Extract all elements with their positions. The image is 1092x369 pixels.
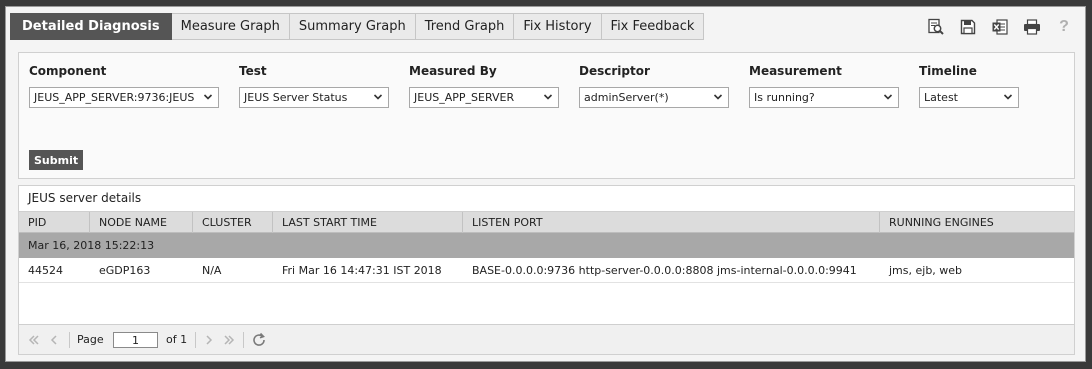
tab-trend-graph[interactable]: Trend Graph	[415, 13, 515, 40]
print-button[interactable]	[1019, 16, 1045, 38]
column-header-node-name[interactable]: NODE NAME	[90, 212, 193, 233]
column-header-listen-port[interactable]: LISTEN PORT	[463, 212, 880, 233]
print-icon	[1024, 19, 1040, 35]
column-header-pid[interactable]: PID	[19, 212, 90, 233]
column-header-cluster[interactable]: CLUSTER	[193, 212, 273, 233]
next-page-icon[interactable]	[202, 333, 216, 347]
details-grid: JEUS server details PID NODE NAME CLUSTE…	[18, 185, 1075, 355]
test-label: Test	[239, 64, 267, 78]
cell-last-start-time: Fri Mar 16 14:47:31 IST 2018	[282, 264, 442, 277]
first-page-icon[interactable]	[27, 333, 41, 347]
test-select[interactable]: JEUS Server Status	[239, 87, 389, 108]
cell-listen-port: BASE-0.0.0.0:9736 http-server-0.0.0.0:88…	[472, 264, 857, 277]
cell-node-name: eGDP163	[99, 264, 151, 277]
grid-title: JEUS server details	[28, 191, 142, 205]
component-select[interactable]: JEUS_APP_SERVER:9736:JEUS	[29, 87, 219, 108]
pager-separator	[69, 332, 70, 348]
group-row-timestamp[interactable]: Mar 16, 2018 15:22:13	[19, 233, 1074, 258]
timeline-label: Timeline	[919, 64, 977, 78]
search-document-icon	[928, 18, 944, 35]
chevron-down-icon	[713, 94, 723, 100]
chevron-down-icon	[203, 94, 213, 100]
tab-summary-graph[interactable]: Summary Graph	[289, 13, 416, 40]
measurement-select[interactable]: Is running?	[749, 87, 899, 108]
component-label: Component	[29, 64, 107, 78]
tab-list: Detailed Diagnosis Measure Graph Summary…	[10, 13, 705, 40]
cell-cluster: N/A	[202, 264, 222, 277]
tab-detailed-diagnosis[interactable]: Detailed Diagnosis	[10, 13, 172, 40]
grid-header: PID NODE NAME CLUSTER LAST START TIME LI…	[19, 211, 1074, 233]
help-icon: ?	[1059, 18, 1069, 35]
previous-page-icon[interactable]	[47, 333, 61, 347]
descriptor-filter: Descriptor adminServer(*)	[579, 64, 729, 108]
save-button[interactable]	[955, 16, 981, 38]
measurement-label: Measurement	[749, 64, 842, 78]
measurement-filter: Measurement Is running?	[749, 64, 899, 108]
column-header-last-start-time[interactable]: LAST START TIME	[273, 212, 463, 233]
table-row[interactable]: 44524 eGDP163 N/A Fri Mar 16 14:47:31 IS…	[19, 258, 1074, 283]
descriptor-value: adminServer(*)	[584, 91, 669, 104]
page-count-label: of 1	[166, 333, 188, 346]
pager-separator	[243, 332, 244, 348]
page-number-input[interactable]: 1	[113, 332, 158, 348]
measured-by-value: JEUS_APP_SERVER	[414, 91, 515, 104]
filter-panel: Component JEUS_APP_SERVER:9736:JEUS Test…	[18, 52, 1075, 179]
excel-export-button[interactable]	[987, 16, 1013, 38]
save-icon	[960, 19, 976, 35]
measured-by-label: Measured By	[409, 64, 497, 78]
search-document-button[interactable]	[923, 16, 949, 38]
timeline-filter: Timeline Latest	[919, 64, 1019, 108]
descriptor-select[interactable]: adminServer(*)	[579, 87, 729, 108]
tab-measure-graph[interactable]: Measure Graph	[171, 13, 290, 40]
submit-button[interactable]: Submit	[29, 150, 84, 170]
pager-separator	[195, 332, 196, 348]
timeline-select[interactable]: Latest	[919, 87, 1019, 108]
chevron-down-icon	[1003, 94, 1013, 100]
test-filter: Test JEUS Server Status	[239, 64, 389, 108]
last-page-icon[interactable]	[222, 333, 236, 347]
cell-pid: 44524	[28, 264, 63, 277]
help-button[interactable]: ?	[1051, 16, 1077, 38]
tab-fix-history[interactable]: Fix History	[514, 13, 602, 40]
cell-running-engines: jms, ejb, web	[889, 264, 963, 277]
measurement-value: Is running?	[754, 91, 815, 104]
tab-fix-feedback[interactable]: Fix Feedback	[601, 13, 705, 40]
diagnosis-window: Detailed Diagnosis Measure Graph Summary…	[5, 6, 1086, 362]
pagination-toolbar: Page 1 of 1	[19, 324, 1074, 354]
descriptor-label: Descriptor	[579, 64, 650, 78]
component-value: JEUS_APP_SERVER:9736:JEUS	[34, 91, 195, 104]
chevron-down-icon	[543, 94, 553, 100]
tab-bar: Detailed Diagnosis Measure Graph Summary…	[6, 7, 1085, 41]
measured-by-select[interactable]: JEUS_APP_SERVER	[409, 87, 559, 108]
chevron-down-icon	[883, 94, 893, 100]
component-filter: Component JEUS_APP_SERVER:9736:JEUS	[29, 64, 219, 108]
test-value: JEUS Server Status	[244, 91, 348, 104]
toolbar: ?	[923, 16, 1077, 38]
timeline-value: Latest	[924, 91, 958, 104]
page-label: Page	[77, 333, 104, 346]
column-header-running-engines[interactable]: RUNNING ENGINES	[880, 212, 1074, 233]
chevron-down-icon	[373, 94, 383, 100]
excel-export-icon	[992, 19, 1008, 35]
refresh-icon[interactable]	[251, 332, 267, 348]
measured-by-filter: Measured By JEUS_APP_SERVER	[409, 64, 559, 108]
